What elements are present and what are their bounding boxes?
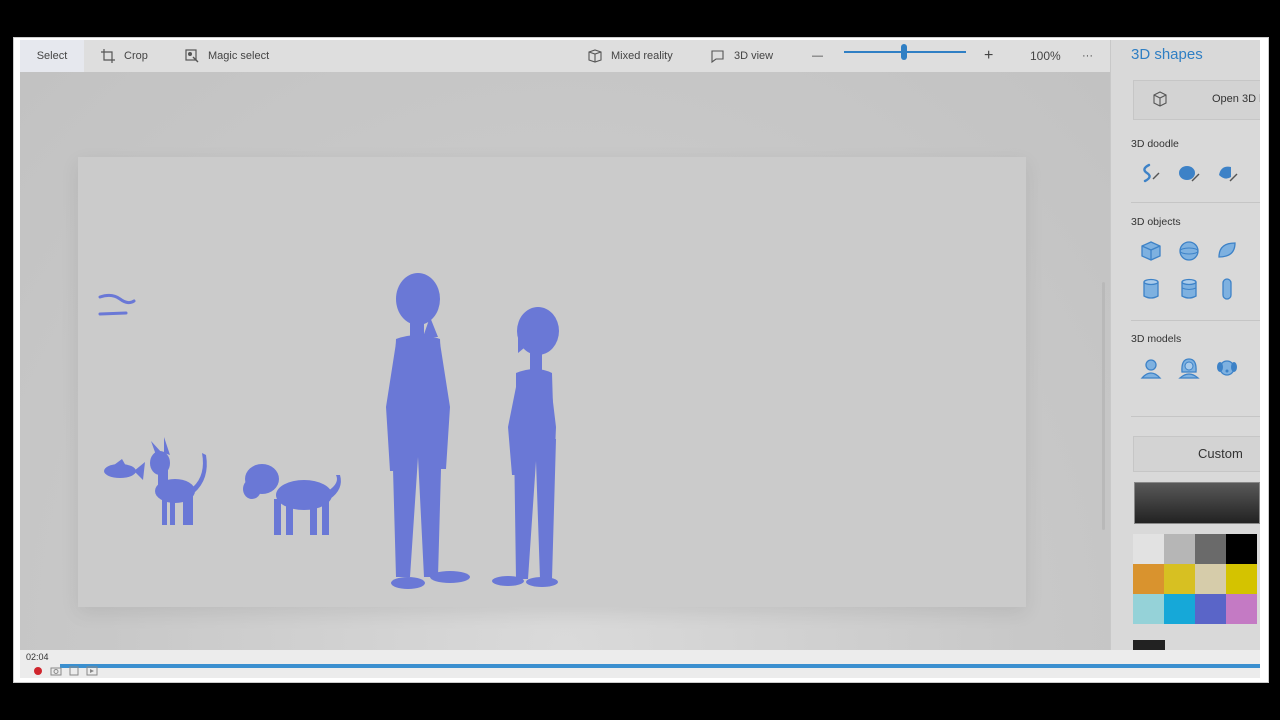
custom-label: Custom	[1198, 446, 1243, 461]
color-swatch[interactable]	[1195, 594, 1226, 624]
material-preview[interactable]	[1134, 482, 1260, 524]
color-swatch[interactable]	[1226, 594, 1257, 624]
divider	[1131, 416, 1260, 417]
color-swatch[interactable]	[1226, 564, 1257, 594]
man-model[interactable]	[386, 273, 470, 589]
magic-select-label: Magic select	[208, 50, 270, 62]
toolbar: Select Crop Magic select Mixed reality 3…	[20, 40, 1110, 72]
divider	[1131, 202, 1260, 203]
soft-doodle-icon[interactable]	[1177, 161, 1201, 185]
current-color-chip[interactable]	[1133, 640, 1165, 650]
zoom-level-label: 100%	[1030, 49, 1061, 63]
dog-model-icon[interactable]	[1215, 356, 1239, 380]
scene-objects[interactable]	[78, 157, 1026, 607]
3d-view-icon	[711, 50, 724, 64]
fish-model[interactable]	[104, 459, 145, 480]
hemisphere-icon[interactable]	[1215, 239, 1239, 263]
zoom-slider-thumb[interactable]	[901, 44, 907, 60]
magic-select-button[interactable]: Magic select	[184, 40, 269, 72]
drawing-canvas[interactable]	[78, 157, 1026, 607]
paint3d-window: Select Crop Magic select Mixed reality 3…	[20, 40, 1260, 650]
zoom-level: 100%	[1030, 40, 1061, 72]
woman-model-icon[interactable]	[1177, 356, 1201, 380]
woman-model[interactable]	[492, 307, 559, 587]
playback-time: 02:04	[26, 652, 49, 662]
recording-timeline: 02:04	[20, 650, 1260, 678]
color-swatch[interactable]	[1133, 534, 1164, 564]
play-icon[interactable]	[86, 666, 98, 676]
capsule-icon[interactable]	[1215, 277, 1239, 301]
color-swatch[interactable]	[1195, 564, 1226, 594]
sphere-icon[interactable]	[1177, 239, 1201, 263]
models-section-label: 3D models	[1131, 333, 1182, 345]
zoom-in-label: +	[984, 47, 994, 64]
color-swatch[interactable]	[1133, 594, 1164, 624]
tube-icon[interactable]	[1177, 277, 1201, 301]
color-swatch[interactable]	[1133, 564, 1164, 594]
cube-library-icon	[1153, 91, 1167, 107]
color-swatch[interactable]	[1164, 564, 1195, 594]
panel-title: 3D shapes	[1131, 46, 1203, 63]
more-label: ···	[1082, 50, 1093, 62]
select-tool-button[interactable]: Select	[20, 40, 84, 72]
cube-icon[interactable]	[1139, 239, 1163, 263]
crop-button[interactable]: Crop	[100, 40, 148, 72]
color-swatch[interactable]	[1226, 534, 1257, 564]
shapes-panel: 3D shapes Open 3D li 3D doodle 3D object…	[1110, 40, 1260, 650]
more-options-button[interactable]: ···	[1082, 40, 1093, 72]
record-icon[interactable]	[32, 666, 44, 676]
doodle-strokes[interactable]	[98, 293, 136, 316]
crop-label: Crop	[124, 50, 148, 62]
dog-model[interactable]	[243, 464, 341, 535]
crop-icon	[101, 49, 115, 63]
divider	[1131, 320, 1260, 321]
zoom-out-button[interactable]: —	[812, 40, 823, 72]
cylinder-icon[interactable]	[1139, 277, 1163, 301]
fullscreen-icon[interactable]	[68, 666, 80, 676]
color-swatch[interactable]	[1164, 594, 1195, 624]
mixed-reality-label: Mixed reality	[611, 50, 673, 62]
custom-color-button[interactable]: Custom	[1133, 436, 1260, 472]
3d-view-button[interactable]: 3D view	[710, 40, 773, 72]
magic-select-icon	[185, 49, 199, 63]
zoom-out-label: —	[812, 50, 823, 62]
tube-doodle-icon[interactable]	[1215, 161, 1239, 185]
3d-view-label: 3D view	[734, 50, 774, 62]
mixed-reality-button[interactable]: Mixed reality	[587, 40, 673, 72]
doodle-section-label: 3D doodle	[1131, 138, 1179, 150]
timeline-track[interactable]	[60, 664, 1260, 668]
color-swatch[interactable]	[1164, 534, 1195, 564]
mixed-reality-icon	[588, 49, 602, 63]
sharp-doodle-icon[interactable]	[1139, 161, 1163, 185]
vertical-scrollbar[interactable]	[1102, 282, 1105, 530]
workspace[interactable]	[20, 72, 1110, 650]
objects-section-label: 3D objects	[1131, 216, 1181, 228]
zoom-in-button[interactable]: +	[984, 40, 993, 72]
open-3d-library-label: Open 3D li	[1212, 93, 1260, 105]
cat-model[interactable]	[150, 437, 207, 525]
color-swatch[interactable]	[1195, 534, 1226, 564]
man-model-icon[interactable]	[1139, 356, 1163, 380]
open-3d-library-button[interactable]: Open 3D li	[1133, 80, 1260, 120]
select-label: Select	[36, 50, 68, 62]
camera-icon[interactable]	[50, 666, 62, 676]
